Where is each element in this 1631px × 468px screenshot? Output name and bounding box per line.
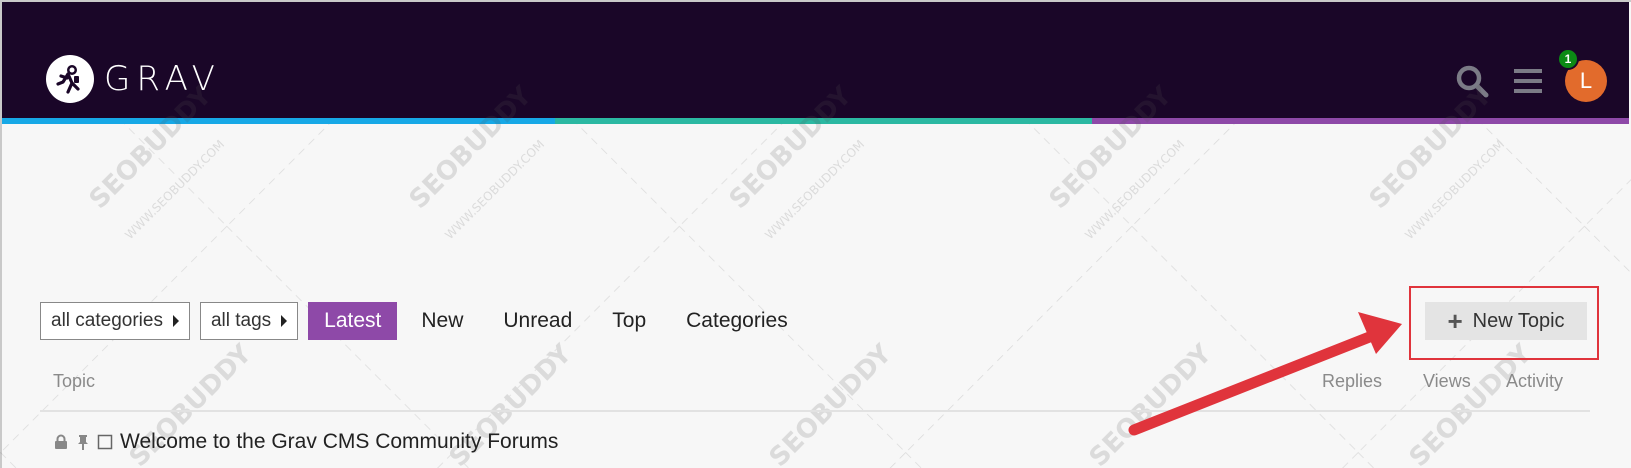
notification-badge: 1 <box>1557 48 1579 70</box>
hamburger-menu-icon[interactable] <box>1509 62 1547 100</box>
astronaut-logo-icon <box>46 55 94 103</box>
search-icon[interactable] <box>1453 62 1491 100</box>
new-topic-label: New Topic <box>1472 309 1565 332</box>
table-row[interactable]: Welcome to the Grav CMS Community Forums <box>52 430 558 454</box>
categories-dropdown[interactable]: all categories <box>40 302 190 340</box>
tab-new[interactable]: New <box>405 302 479 340</box>
brand-text: GRAV <box>104 59 221 99</box>
topic-nav: all categories all tags Latest New Unrea… <box>40 302 812 340</box>
caret-right-icon <box>281 315 288 327</box>
tags-dropdown-label: all tags <box>210 310 272 331</box>
column-header-views[interactable]: Views <box>1423 371 1471 392</box>
tags-dropdown[interactable]: all tags <box>199 302 299 340</box>
column-header-activity[interactable]: Activity <box>1506 371 1563 392</box>
grav-logo[interactable]: GRAV <box>46 54 221 104</box>
tab-categories[interactable]: Categories <box>670 302 804 340</box>
column-header-topic[interactable]: Topic <box>53 371 95 392</box>
lock-icon <box>52 433 70 451</box>
header-color-stripe <box>2 118 1629 124</box>
checkbox-icon[interactable] <box>96 433 114 451</box>
site-header: GRAV L 1 <box>2 2 1629 118</box>
tab-unread[interactable]: Unread <box>487 302 588 340</box>
column-header-replies[interactable]: Replies <box>1322 371 1382 392</box>
plus-icon: + <box>1447 306 1463 336</box>
topic-title-link[interactable]: Welcome to the Grav CMS Community Forums <box>120 430 558 454</box>
user-avatar-button[interactable]: L 1 <box>1557 48 1607 102</box>
categories-dropdown-label: all categories <box>51 310 163 331</box>
new-topic-button[interactable]: + New Topic <box>1425 302 1587 340</box>
tab-latest[interactable]: Latest <box>308 302 398 340</box>
table-divider <box>40 410 1590 412</box>
caret-right-icon <box>172 315 179 327</box>
tab-top[interactable]: Top <box>596 302 662 340</box>
pin-icon <box>74 433 92 451</box>
